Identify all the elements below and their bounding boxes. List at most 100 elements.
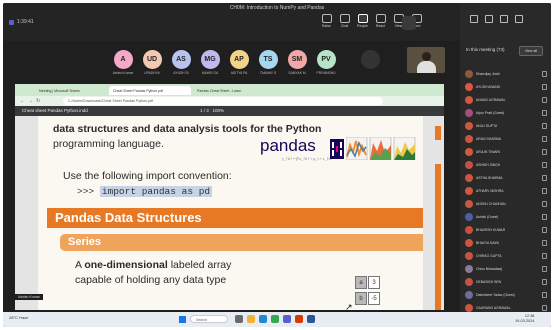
avatar: MG	[200, 50, 220, 69]
participant-name: MAHIR GA	[201, 71, 219, 75]
participant-name: CHIRAG GUPTA	[476, 253, 502, 258]
windows-start-icon[interactable]	[179, 316, 186, 323]
doc-line-1: data structures and data analysis tools …	[53, 123, 322, 135]
control-label: Chat	[340, 24, 349, 28]
section-heading-text: Pandas Data Structures	[55, 210, 202, 225]
participant-name: ASHISH SINGH	[476, 162, 501, 167]
participant-name: ATHARV MISHRA	[476, 188, 504, 193]
participant-row[interactable]: Arjun Pratt (Guest)	[465, 106, 549, 119]
participant-name: Dakshveer Yadav (Guest)	[476, 292, 515, 297]
participant-row[interactable]: Dakshveer Yadav (Guest)	[465, 288, 549, 301]
participant-name: GAURANG AGRAWAL	[476, 305, 511, 310]
participant-row[interactable]: ANSHU CHAUHAN	[465, 197, 549, 210]
series-description-2: capable of holding any data type	[75, 274, 227, 286]
participant-row[interactable]: ARJUN TIWARI	[465, 145, 549, 158]
participant-tile[interactable]: PV PRIYANSHU	[315, 50, 337, 75]
participant-name: SAMYAK M	[288, 71, 306, 75]
participant-tile[interactable]: AS AYUSH SI	[170, 50, 192, 75]
system-clock: 12:38 19-03-2024	[515, 314, 534, 324]
mic-muted-icon	[542, 201, 547, 207]
edge-icon[interactable]	[259, 315, 267, 323]
avatar	[465, 173, 473, 182]
camera-button[interactable]	[402, 16, 416, 30]
participant-name: DEBASISH SEN	[476, 279, 502, 284]
participant-row[interactable]: AYUSH ANAND	[465, 80, 549, 93]
participant-name: ANANG AGRAWAL	[476, 97, 506, 102]
participant-name: UPADHYA	[144, 71, 160, 75]
panel-button[interactable]	[513, 15, 524, 29]
raise-button[interactable]: Raise	[319, 14, 334, 32]
browser-tab-bar: Meeting | Microsoft Teams Cheat Sheet Pa…	[15, 84, 444, 96]
page-number: 1 / 3	[200, 108, 209, 113]
people-button[interactable]: People	[355, 14, 370, 32]
view-all-button[interactable]: View all	[519, 46, 543, 56]
teams-icon[interactable]	[283, 315, 291, 323]
mic-muted-icon	[542, 71, 547, 77]
participant-row[interactable]: ARUN SHARMA	[465, 132, 549, 145]
section-heading: Pandas Data Structures	[47, 208, 423, 228]
share-icon	[484, 15, 493, 23]
participant-row[interactable]: ASTHA SHARMA	[465, 171, 549, 184]
react-button[interactable]: React	[373, 14, 388, 32]
chat-button[interactable]: Chat	[337, 14, 352, 32]
participant-tile[interactable]: MG MAHIR GA	[199, 50, 221, 75]
participant-row[interactable]: ASHISH SINGH	[465, 158, 549, 171]
participant-row[interactable]: BHAVYA SAINI	[465, 236, 549, 249]
participant-row[interactable]: ATHARV MISHRA	[465, 184, 549, 197]
participant-row[interactable]: Ashish (Guest)	[465, 210, 549, 223]
file-explorer-icon[interactable]	[247, 315, 255, 323]
weather-widget[interactable]: 28°C Haze	[9, 315, 28, 320]
mic-muted-icon	[542, 292, 547, 298]
participant-row[interactable]: ANUJ GUPTA	[465, 119, 549, 132]
subsection-heading: Series	[60, 234, 423, 251]
phone-icon	[514, 15, 523, 23]
panel-button[interactable]	[468, 15, 479, 29]
word-icon[interactable]	[307, 315, 315, 323]
participant-row[interactable]: CHIRAG GUPTA	[465, 249, 549, 262]
nav-buttons-icon[interactable]: ←→↻	[20, 98, 43, 104]
mic-muted-icon	[542, 279, 547, 285]
participant-tile[interactable]: SM SAMYAK M	[286, 50, 308, 75]
self-video	[407, 47, 445, 73]
avatar	[465, 121, 473, 130]
browser-tab[interactable]: Meeting | Microsoft Teams	[35, 86, 107, 95]
participant-tile[interactable]: TS TANMAY S	[257, 50, 279, 75]
pdf-page: data structures and data analysis tools …	[38, 116, 423, 310]
participant-row[interactable]: Chinu Bharadwaj	[465, 262, 549, 275]
url-field[interactable]: C:/Users/Downloads/Cheat Sheet Pandas Py…	[63, 97, 383, 105]
avatar: AS	[171, 50, 191, 69]
series-index-cell: a	[355, 276, 367, 289]
participant-name: Ashish (Guest)	[476, 214, 499, 219]
taskbar-search[interactable]: Search	[190, 315, 228, 323]
participant-tile[interactable]: AP ADITYA PA	[228, 50, 250, 75]
browser-tab[interactable]: Pandas Cheat Sheet - Learn	[193, 86, 265, 95]
task-view-icon[interactable]	[235, 315, 243, 323]
participant-row[interactable]: ANANG AGRAWAL	[465, 93, 549, 106]
overflow-avatar[interactable]	[361, 50, 380, 69]
series-index-cell: b	[355, 292, 367, 305]
pdf-page-indicator[interactable]: 1 / 3 100%	[200, 108, 224, 113]
mic-muted-icon	[542, 175, 547, 181]
participant-tile[interactable]: A Ashish Kumar	[112, 50, 134, 75]
pdf-toolbar: Cheat sheet Pandas Python.indd 1 / 3 100…	[15, 106, 444, 116]
in-meeting-header: In this meeting (73)	[466, 47, 505, 52]
pandas-logo-text: pandas	[260, 136, 316, 155]
participant-name: Dhanvijay Joshi	[476, 71, 500, 76]
panel-button[interactable]	[498, 15, 509, 29]
mic-icon	[499, 15, 508, 23]
participant-row[interactable]: BHAVESH KUMAR	[465, 223, 549, 236]
smile-icon	[375, 14, 386, 23]
participant-name: ANUJ GUPTA	[476, 123, 498, 128]
taskbar-apps	[235, 315, 315, 323]
participant-tile[interactable]: UD UPADHYA	[141, 50, 163, 75]
participant-name: Ashish Kumar	[112, 71, 134, 75]
participant-row[interactable]: Dhanvijay Joshi	[465, 67, 549, 80]
windows-taskbar: 28°C Haze Search 12:38 19-03-2024	[3, 312, 551, 327]
pandas-formula: y_{it} = β'x_{it} + μ_i + ε_{it}	[282, 156, 333, 161]
office-icon[interactable]	[295, 315, 303, 323]
people-icon	[357, 14, 368, 23]
browser-tab-active[interactable]: Cheat Sheet Pandas Python.pdf	[109, 86, 191, 95]
participant-row[interactable]: DEBASISH SEN	[465, 275, 549, 288]
panel-button[interactable]	[483, 15, 494, 29]
chrome-icon[interactable]	[271, 315, 279, 323]
